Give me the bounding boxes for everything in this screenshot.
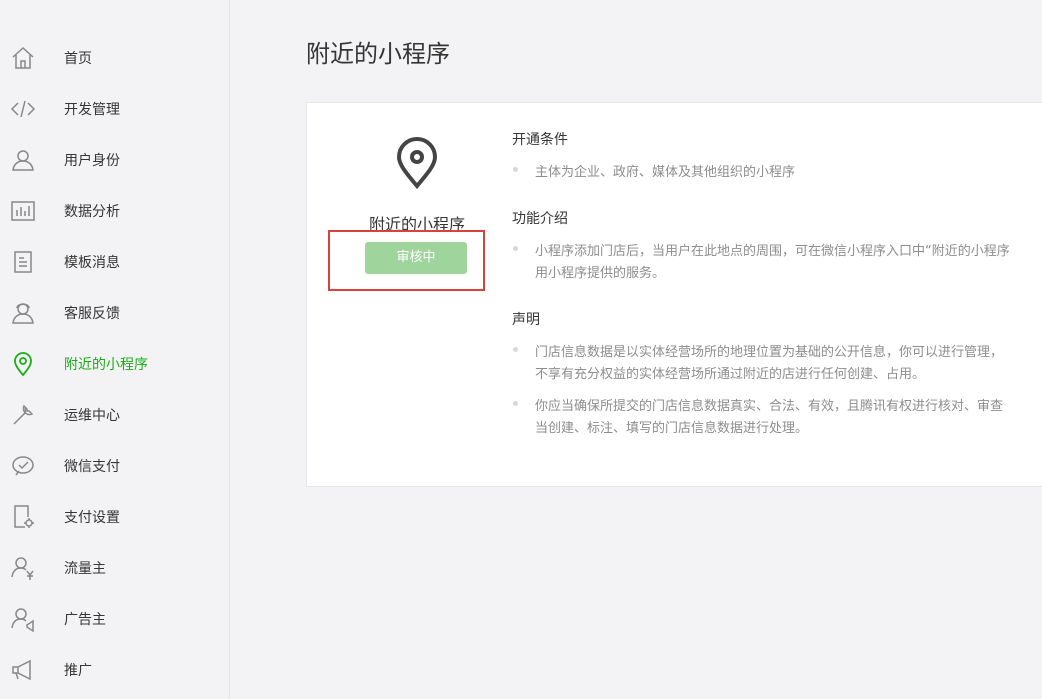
phone-settings-icon — [10, 504, 36, 530]
section-title-intro: 功能介绍 — [512, 211, 568, 227]
sidebar-item-label: 数据分析 — [64, 204, 120, 220]
document-icon — [10, 249, 36, 275]
section-title-conditions: 开通条件 — [512, 132, 568, 148]
statement-item-1-line-2: 不享有充分权益的实体经营场所通过附近的店进行任何创建、占用。 — [535, 367, 926, 382]
sidebar-item-pay-settings[interactable]: 支付设置 — [0, 496, 229, 536]
sidebar-item-label: 运维中心 — [64, 408, 120, 424]
user-megaphone-icon — [10, 606, 36, 632]
sidebar-item-home[interactable]: 首页 — [0, 37, 229, 77]
sidebar-item-data-analysis[interactable]: 数据分析 — [0, 190, 229, 230]
bullet — [513, 347, 518, 352]
intro-item-1-line-2: 用小程序提供的服务。 — [535, 266, 666, 281]
sidebar-item-label: 流量主 — [64, 561, 106, 577]
plugin-card: 附近的小程序 审核中 开通条件 主体为企业、政府、媒体及其他组织的小程序 功能介… — [306, 102, 1042, 487]
headset-user-icon — [10, 300, 36, 326]
sidebar-item-template-msg[interactable]: 模板消息 — [0, 241, 229, 281]
location-pin-icon — [395, 137, 439, 189]
sidebar-item-label: 支付设置 — [64, 510, 120, 526]
wrench-icon — [10, 402, 36, 428]
statement-item-1-line-1: 门店信息数据是以实体经营场所的地理位置为基础的公开信息，你可以进行管理， — [535, 345, 1004, 360]
sidebar-item-label: 推广 — [64, 663, 92, 679]
sidebar-item-wechat-pay[interactable]: 微信支付 — [0, 445, 229, 485]
location-pin-icon — [10, 351, 36, 377]
sidebar-item-advertiser[interactable]: 广告主 — [0, 598, 229, 638]
sidebar-item-label: 用户身份 — [64, 153, 120, 169]
conditions-item-1: 主体为企业、政府、媒体及其他组织的小程序 — [535, 165, 796, 180]
wechat-pay-icon — [10, 453, 36, 479]
statement-item-2-line-1: 你应当确保所提交的门店信息数据真实、合法、有效，且腾讯有权进行核对、审查 — [535, 399, 1004, 414]
sidebar-item-nearby-miniprogram[interactable]: 附近的小程序 — [0, 343, 229, 383]
megaphone-icon — [10, 657, 36, 683]
code-icon — [10, 96, 36, 122]
intro-item-1-line-1: 小程序添加门店后，当用户在此地点的周围，可在微信小程序入口中“附近的小程序 — [535, 244, 1010, 259]
status-button[interactable]: 审核中 — [365, 242, 467, 274]
sidebar-item-label: 微信支付 — [64, 459, 120, 475]
chart-icon — [10, 198, 36, 224]
sidebar-item-label: 开发管理 — [64, 102, 120, 118]
section-title-statement: 声明 — [512, 312, 540, 328]
sidebar-item-label: 客服反馈 — [64, 306, 120, 322]
sidebar-item-customer-service[interactable]: 客服反馈 — [0, 292, 229, 332]
sidebar-item-dev-manage[interactable]: 开发管理 — [0, 88, 229, 128]
user-icon — [10, 147, 36, 173]
sidebar-item-label: 模板消息 — [64, 255, 120, 271]
page-title: 附近的小程序 — [306, 40, 450, 68]
bullet — [513, 246, 518, 251]
sidebar-item-label: 广告主 — [64, 612, 106, 628]
user-yen-icon — [10, 555, 36, 581]
bullet — [513, 401, 518, 406]
sidebar-item-ops-center[interactable]: 运维中心 — [0, 394, 229, 434]
sidebar-item-traffic-master[interactable]: 流量主 — [0, 547, 229, 587]
bullet — [513, 167, 518, 172]
sidebar-item-user-identity[interactable]: 用户身份 — [0, 139, 229, 179]
sidebar-item-promotion[interactable]: 推广 — [0, 649, 229, 689]
sidebar-item-label: 首页 — [64, 51, 92, 67]
sidebar: 首页 开发管理 用户身份 数据分析 模板消息 客服反馈 附近的小程序 运维中心 … — [0, 0, 230, 699]
sidebar-item-label: 附近的小程序 — [64, 357, 148, 373]
statement-item-2-line-2: 当创建、标注、填写的门店信息数据进行处理。 — [535, 421, 809, 436]
home-icon — [10, 45, 36, 71]
